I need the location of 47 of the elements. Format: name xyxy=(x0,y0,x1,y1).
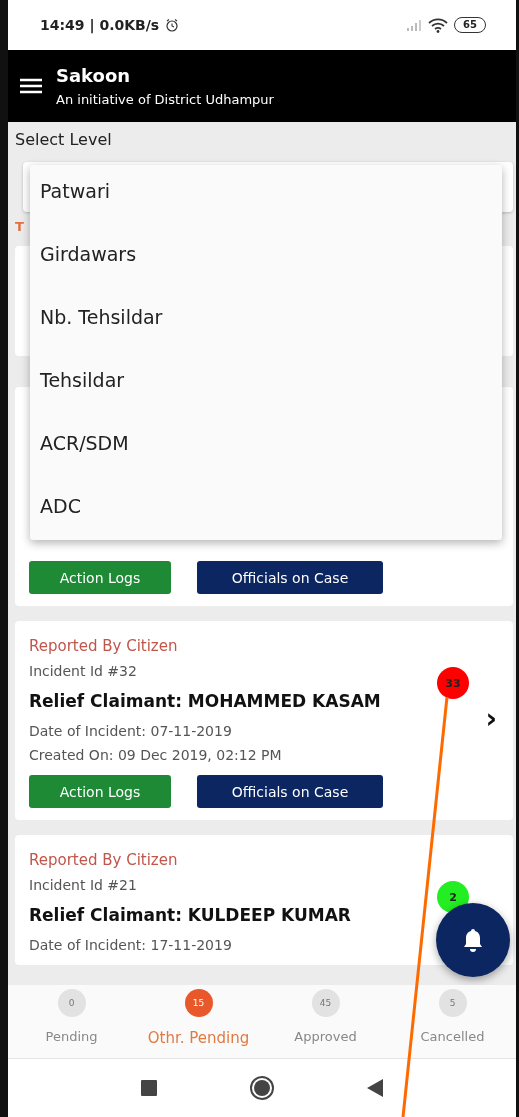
menu-item[interactable]: Girdawars xyxy=(30,242,137,266)
home-icon[interactable] xyxy=(249,1075,275,1101)
menu-icon[interactable] xyxy=(20,78,42,94)
tab-label: Cancelled xyxy=(420,1029,485,1044)
menu-item[interactable]: Patwari xyxy=(30,179,110,203)
count-badge: 5 xyxy=(438,989,467,1017)
claimant-name: Relief Claimant: MOHAMMED KASAM xyxy=(29,691,381,711)
field-label: Select Level xyxy=(15,130,112,149)
incident-date: Date of Incident: 17-11-2019 xyxy=(29,937,232,953)
menu-item[interactable]: ACR/SDM xyxy=(30,431,129,455)
status-text: 14:49 | 0.0KB/s xyxy=(40,17,160,33)
tab-label: Othr. Pending xyxy=(147,1029,250,1047)
signal-icon xyxy=(406,19,423,31)
action-button[interactable]: Action Logs xyxy=(29,775,171,808)
count-badge: 33 xyxy=(437,667,469,699)
bottom-tab[interactable]: 5 Cancelled xyxy=(389,985,516,1058)
chevron-icon[interactable]: › xyxy=(485,705,497,733)
action-button[interactable]: Action Logs xyxy=(29,561,171,594)
count-badge: 45 xyxy=(311,989,340,1017)
app-title: Sakoon xyxy=(56,65,132,86)
menu-item[interactable]: ADC xyxy=(30,494,81,518)
incident-id: Incident Id #32 xyxy=(29,663,137,679)
count-badge: 15 xyxy=(184,989,213,1017)
claimant-name: Relief Claimant: KULDEEP KUMAR xyxy=(29,905,351,925)
created-date: Created On: 09 Dec 2019, 02:12 PM xyxy=(29,747,282,763)
bottom-tab[interactable]: 15 Othr. Pending xyxy=(135,985,262,1058)
count-badge: 0 xyxy=(57,989,86,1017)
action-button[interactable]: Officials on Case xyxy=(197,561,383,594)
menu-item[interactable]: Nb. Tehsildar xyxy=(30,305,163,329)
bottom-tab[interactable]: 45 Approved xyxy=(262,985,389,1058)
case-card[interactable]: Reported By Citizen Incident Id #21 Relief Claimant: KULDEEP KUMAR Date of Incident: 17-11-2019 2 xyxy=(15,835,513,965)
section-label: T xyxy=(15,219,24,234)
tab-label: Approved xyxy=(294,1029,357,1044)
app-subtitle: An initiative of District Udhampur xyxy=(56,92,274,107)
action-button[interactable]: Officials on Case xyxy=(197,775,383,808)
incident-date: Date of Incident: 07-11-2019 xyxy=(29,723,232,739)
tab-label: Pending xyxy=(45,1029,98,1044)
wifi-icon xyxy=(428,17,449,33)
reporter-label: Reported By Citizen xyxy=(29,851,178,869)
reporter-label: Reported By Citizen xyxy=(29,637,178,655)
incident-id: Incident Id #21 xyxy=(29,877,137,893)
bottom-tab[interactable]: 0 Pending xyxy=(8,985,135,1058)
case-card[interactable]: Reported By Citizen Incident Id #32 Relief Claimant: MOHAMMED KASAM Date of Incident: 07-11-2019 Created On: 09 Dec 2019, 02:12 PM Action Logs Officials on Case 33 › xyxy=(15,621,513,820)
bell-icon xyxy=(461,927,485,953)
menu-item[interactable]: Tehsildar xyxy=(30,368,125,392)
back-icon[interactable] xyxy=(367,1079,383,1097)
alarm-icon xyxy=(165,18,180,32)
